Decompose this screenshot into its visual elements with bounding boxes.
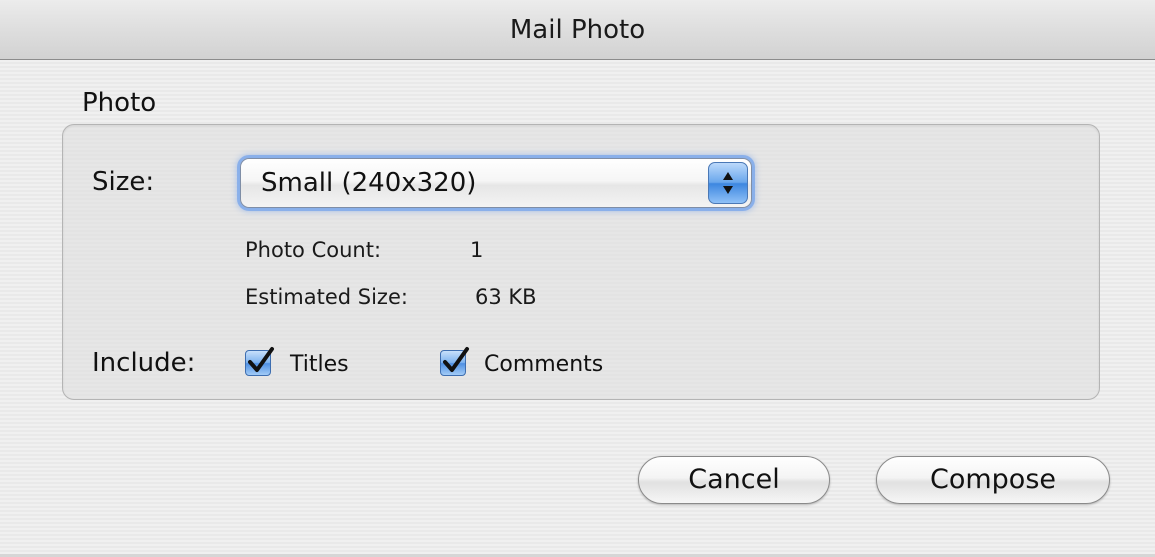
window-title: Mail Photo [509,15,646,45]
size-label: Size: [92,167,155,197]
title-bar: Mail Photo [0,0,1155,60]
up-down-arrows-icon [708,162,748,204]
photo-count-value: 1 [470,238,484,262]
titles-checkbox-label[interactable]: Titles [290,354,349,376]
cancel-button[interactable]: Cancel [638,456,830,504]
estimated-size-label: Estimated Size: [245,285,408,309]
photo-count-label: Photo Count: [245,238,382,262]
mail-photo-dialog: Mail Photo Photo Size: Small (240x320) P… [0,0,1155,557]
size-popup-button[interactable]: Small (240x320) [240,158,752,208]
estimated-size-value: 63 KB [475,285,537,309]
titles-checkbox[interactable] [245,347,274,376]
include-label: Include: [92,348,196,378]
comments-checkbox-label[interactable]: Comments [484,354,603,376]
photo-group-label: Photo [82,88,157,118]
comments-checkbox[interactable] [440,347,469,376]
size-popup-value: Small (240x320) [261,168,477,198]
compose-button[interactable]: Compose [876,456,1110,504]
